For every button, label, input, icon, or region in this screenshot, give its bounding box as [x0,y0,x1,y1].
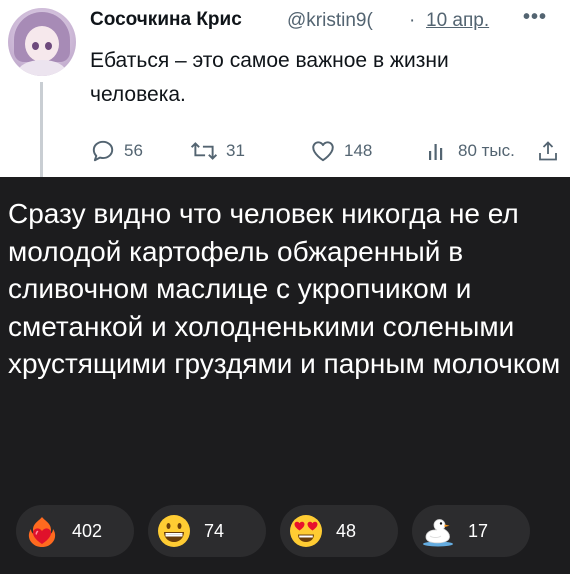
reaction-count: 48 [336,520,357,541]
tweet-card[interactable]: Сосочкина Крис @kristin9( · 10 апр. ••• … [0,0,570,177]
reaction-count: 74 [204,520,225,541]
reaction-chip[interactable]: 17 [412,505,530,557]
like-button[interactable]: 148 [310,136,372,166]
reaction-chip[interactable]: 402 [16,505,134,557]
views-button[interactable]: 80 тыс. [426,136,515,166]
reaction-chip[interactable]: 74 [148,505,266,557]
reaction-count: 402 [72,520,103,541]
share-icon[interactable] [536,138,560,164]
avatar-eye-right [45,42,52,50]
avatar-face [25,26,59,62]
tweet-actions: 56 31 148 80 тыс. [90,136,560,166]
avatar[interactable] [8,8,76,76]
author-name[interactable]: Сосочкина Крис [90,9,242,31]
comment-text: Сразу видно что человек никогда не ел мо… [8,198,561,379]
duck-icon [423,519,453,547]
views-bar-icon [429,144,443,160]
author-handle[interactable]: @kristin9( [287,10,404,32]
reactions-bar: 402 74 48 17 [16,505,556,557]
more-options-icon[interactable]: ••• [523,6,547,29]
retweet-button[interactable]: 31 [190,136,245,166]
views-count: 80 тыс. [458,141,515,160]
reaction-chip[interactable]: 48 [280,505,398,557]
tweet-text: Ебаться – это самое важное в жизни челов… [90,49,449,106]
retweet-count: 31 [226,141,245,160]
burning-heart-icon [28,517,56,547]
separator-dot: · [409,10,416,31]
retweet-icon [190,142,218,160]
reply-icon [92,140,114,162]
heart-outline-icon [312,141,334,162]
avatar-eye-left [32,42,39,50]
avatar-body [18,60,66,76]
thread-line [40,82,43,177]
tweet-date-link[interactable]: 10 апр. [426,10,489,32]
like-count: 148 [344,141,373,160]
reaction-count: 17 [468,520,489,541]
heart-eyes-icon [290,515,322,547]
reply-button[interactable]: 56 [90,136,143,166]
grinning-face-icon [158,515,190,547]
comment-card: Сразу видно что человек никогда не ел мо… [0,177,570,574]
reply-count: 56 [124,141,143,160]
